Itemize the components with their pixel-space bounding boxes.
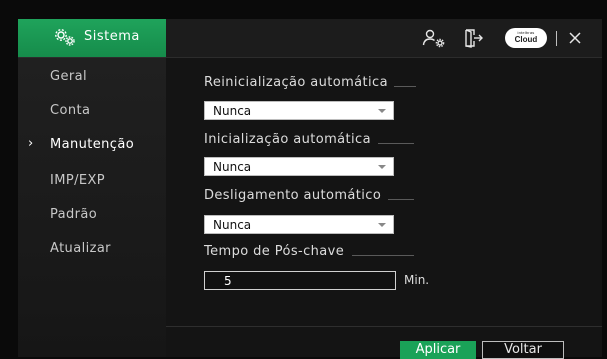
section-divider [388,199,414,200]
sidebar-item-conta[interactable]: Conta [18,94,166,128]
dropdown-arrow-icon [378,109,386,113]
reboot-select-value: Nunca [213,104,252,118]
startup-label: Inicialização automática [204,132,371,147]
sidebar-item-label: Padrão [50,207,98,222]
section-divider [352,255,414,256]
footer-divider [166,326,602,327]
section-divider [378,143,414,144]
logout-icon[interactable] [462,28,484,48]
postkey-time-input[interactable]: 5 [204,271,396,290]
sidebar-item-label: Atualizar [50,241,111,256]
shutdown-select-value: Nunca [213,218,252,232]
postkey-label: Tempo de Pós-chave [204,244,345,259]
sidebar-item-label: IMP/EXP [50,173,106,188]
postkey-time-value: 5 [224,274,232,288]
sidebar: Geral Conta › Manutenção IMP/EXP Padrão … [18,58,166,357]
cloud-icon[interactable]: intelbras Cloud [505,28,547,48]
close-icon[interactable] [566,28,584,48]
system-window: Sistema intelbras Cloud Geral Conta › Ma… [0,0,607,359]
active-chevron-icon: › [28,136,34,151]
sidebar-item-imp-exp[interactable]: IMP/EXP [18,164,166,198]
reboot-select[interactable]: Nunca [204,101,394,120]
sidebar-item-manutencao[interactable]: › Manutenção [18,128,166,162]
cloud-brand-text: intelbras [517,30,535,35]
title-bar: Sistema intelbras Cloud [18,19,602,58]
reboot-label: Reinicialização automática [204,75,388,90]
shutdown-select[interactable]: Nunca [204,215,394,234]
user-settings-icon[interactable] [422,28,446,48]
sidebar-item-atualizar[interactable]: Atualizar [18,232,166,266]
title-tab-sistema[interactable]: Sistema [18,19,166,57]
section-divider [394,86,416,87]
dropdown-arrow-icon [378,165,386,169]
postkey-unit-label: Min. [404,273,430,287]
startup-select-value: Nunca [213,160,252,174]
startup-select[interactable]: Nunca [204,157,394,176]
apply-button[interactable]: Aplicar [400,341,476,359]
sidebar-item-label: Conta [50,103,91,118]
sidebar-item-geral[interactable]: Geral [18,60,166,94]
maintenance-panel: Reinicialização automática Nunca Inicial… [166,58,602,359]
gears-icon [55,29,75,46]
sidebar-item-padrao[interactable]: Padrão [18,198,166,232]
back-button[interactable]: Voltar [482,341,564,359]
sidebar-item-label: Geral [50,69,87,84]
shutdown-label: Desligamento automático [204,188,382,203]
page-title: Sistema [84,29,140,44]
cloud-word-text: Cloud [514,35,538,44]
dropdown-arrow-icon [378,223,386,227]
titlebar-divider [556,31,557,46]
sidebar-item-label: Manutenção [50,137,135,152]
